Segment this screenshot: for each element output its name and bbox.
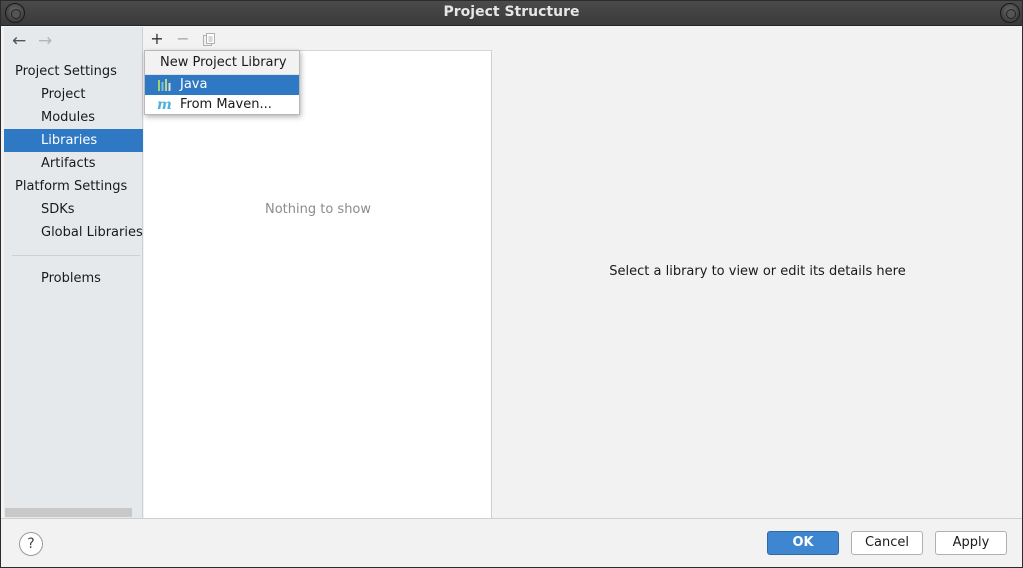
copy-icon[interactable] [200,29,218,49]
window-title: Project Structure [443,4,580,20]
add-icon[interactable]: + [148,29,166,49]
dialog-footer: ? OK Cancel Apply [1,518,1022,567]
popup-item-label: Java [180,77,208,92]
section-header-platform-settings: Platform Settings [15,179,128,194]
sidebar-item-libraries[interactable]: Libraries [4,129,143,152]
window-close-icon[interactable] [1000,3,1020,23]
new-library-popup: New Project Library Java m From Maven... [144,50,300,115]
sidebar-item-problems[interactable]: Problems [4,267,143,290]
remove-icon[interactable]: − [174,29,192,49]
apply-button[interactable]: Apply [935,531,1007,555]
title-bar: Project Structure [1,1,1022,26]
help-button[interactable]: ? [19,532,43,556]
popup-item-java[interactable]: Java [145,75,299,95]
popup-item-label: From Maven... [180,97,272,112]
sidebar-divider [12,255,140,256]
sidebar-item-project[interactable]: Project [4,83,143,106]
settings-sidebar: ← → Project Settings Project Modules Libr… [4,27,143,518]
cancel-button[interactable]: Cancel [851,531,923,555]
library-list-toolbar: + − [144,27,492,51]
back-arrow-icon[interactable]: ← [12,32,32,50]
sidebar-item-modules[interactable]: Modules [4,106,143,129]
project-structure-dialog: Project Structure ← → Project Settings Pr… [0,0,1023,568]
library-details-panel: Select a library to view or edit its det… [493,27,1022,518]
java-library-icon [157,77,173,93]
popup-item-from-maven[interactable]: m From Maven... [145,95,299,115]
sidebar-item-global-libraries[interactable]: Global Libraries [4,221,143,244]
forward-arrow-icon[interactable]: → [38,32,58,50]
details-placeholder: Select a library to view or edit its det… [609,264,906,279]
ok-button[interactable]: OK [767,531,839,555]
nav-arrows: ← → [12,32,58,50]
maven-icon: m [157,97,172,113]
empty-list-message: Nothing to show [264,202,372,217]
sidebar-item-sdks[interactable]: SDKs [4,198,143,221]
sidebar-horizontal-scrollbar[interactable] [5,508,132,517]
section-header-project-settings: Project Settings [15,64,117,79]
popup-title: New Project Library [145,51,299,75]
sidebar-item-artifacts[interactable]: Artifacts [4,152,143,175]
